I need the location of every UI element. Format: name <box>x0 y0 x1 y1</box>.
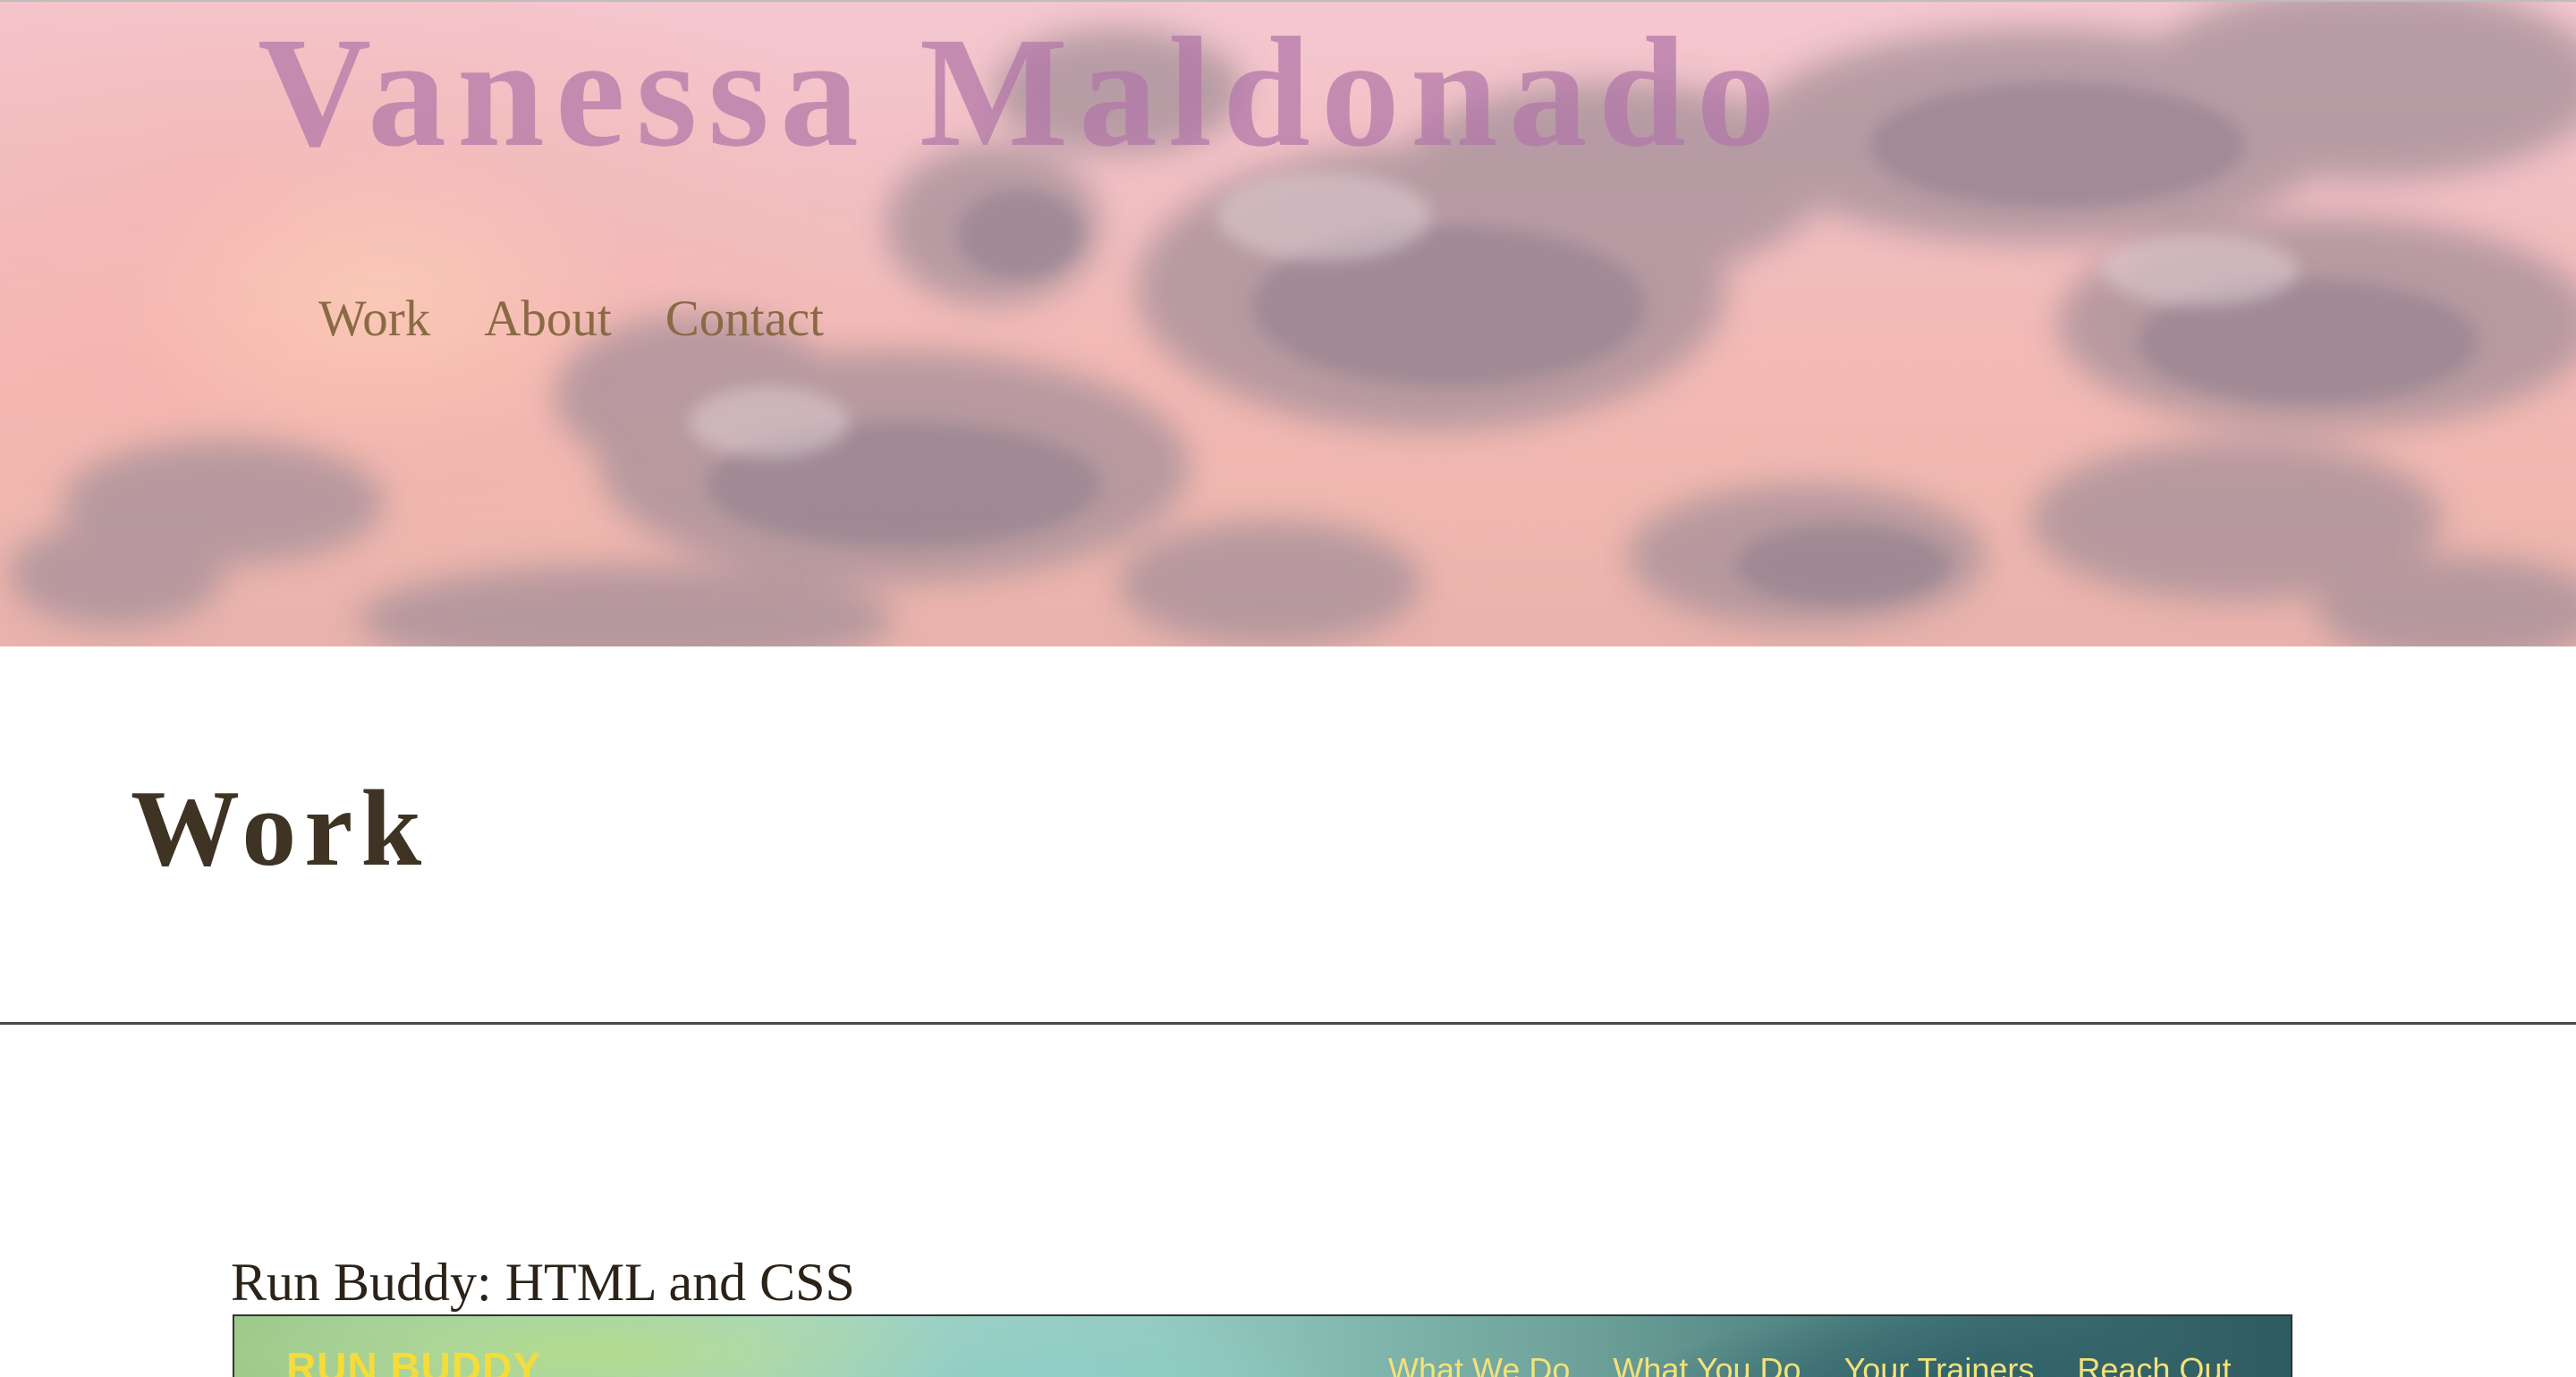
work-section-heading: Work <box>131 768 430 889</box>
main-nav: Work About Contact <box>318 293 824 344</box>
project-screenshot-nav-item: What We Do <box>1388 1351 1571 1377</box>
site-title: Vanessa Maldonado <box>258 5 1786 180</box>
project-screenshot-nav-item: Reach Out <box>2077 1351 2232 1377</box>
section-divider <box>0 1022 2576 1025</box>
project-title[interactable]: Run Buddy: HTML and CSS <box>231 1255 855 1309</box>
nav-link-work[interactable]: Work <box>318 293 430 344</box>
project-screenshot-nav-item: Your Trainers <box>1843 1351 2035 1377</box>
nav-link-about[interactable]: About <box>484 293 612 344</box>
project-screenshot-brand: RUN BUDDY <box>286 1344 541 1377</box>
hero-header: Vanessa Maldonado Work About Contact <box>0 0 2576 646</box>
page: Vanessa Maldonado Work About Contact Wor… <box>0 0 2576 1377</box>
nav-link-contact[interactable]: Contact <box>665 293 824 344</box>
project-screenshot[interactable]: RUN BUDDY What We Do What You Do Your Tr… <box>233 1314 2292 1377</box>
project-screenshot-nav-item: What You Do <box>1613 1351 1801 1377</box>
project-screenshot-nav: What We Do What You Do Your Trainers Rea… <box>1388 1354 2231 1377</box>
